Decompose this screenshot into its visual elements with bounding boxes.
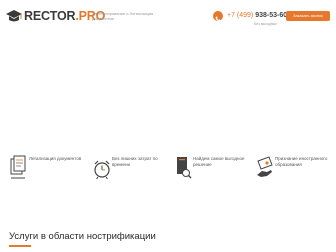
phone-prefix: +7 (499) xyxy=(227,12,254,19)
documents-legalization-icon xyxy=(10,155,26,179)
phone-icon xyxy=(213,11,223,22)
feature-text: Признание иностранного образования xyxy=(275,156,328,167)
phone-number[interactable]: +7 (499) 938-53-60 xyxy=(227,11,287,20)
alarm-clock-icon xyxy=(94,160,110,180)
callback-button[interactable]: Заказать звонок xyxy=(286,11,330,21)
phone-hours-note: Без выходных xyxy=(254,22,277,26)
diploma-hand-icon xyxy=(257,156,273,177)
feature-text: Легализация документов xyxy=(29,156,82,161)
section-title: Услуги в области нострификации xyxy=(9,231,156,242)
feature-text: Найдем самое выгодное решение xyxy=(193,156,245,167)
logo-word-rector: RECTOR xyxy=(24,9,76,23)
features-row: Легализация документов Без лишних затрат… xyxy=(0,150,336,206)
site-logo[interactable]: RECTOR.PRO xyxy=(6,8,105,24)
book-search-icon xyxy=(177,157,192,179)
site-tagline: Апостилирование и Легализация документов xyxy=(92,11,154,21)
graduation-cap-icon xyxy=(6,10,22,22)
phone-digits: 938-53-60 xyxy=(255,12,288,19)
section-title-underline xyxy=(9,245,31,247)
site-header: RECTOR.PRO Апостилирование и Легализация… xyxy=(0,0,336,34)
feature-text: Без лишних затрат по времени xyxy=(112,156,158,167)
